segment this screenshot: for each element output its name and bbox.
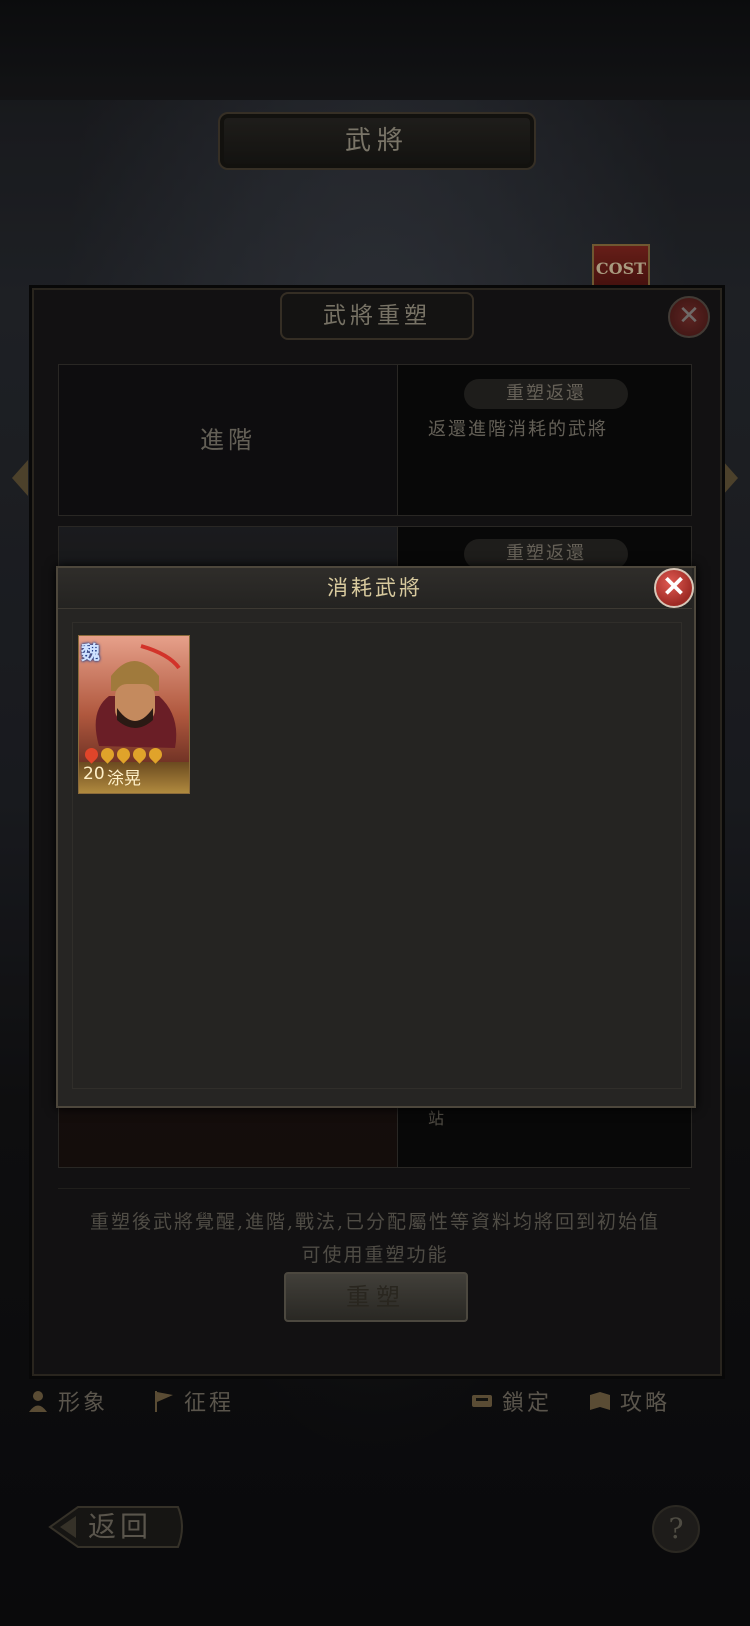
hero-stars bbox=[82, 745, 165, 764]
dialog-close-button[interactable]: ✕ bbox=[654, 568, 694, 608]
dialog-title: 消耗武將 bbox=[327, 576, 423, 600]
star-icon bbox=[146, 745, 165, 764]
hero-faction: 魏 bbox=[81, 642, 101, 664]
hero-name: 涂晃 bbox=[107, 769, 141, 789]
hero-card[interactable]: 魏 20 涂晃 bbox=[78, 635, 190, 794]
hero-level: 20 bbox=[83, 764, 105, 784]
star-icon bbox=[98, 745, 117, 764]
star-icon bbox=[82, 745, 101, 764]
star-icon bbox=[114, 745, 133, 764]
star-icon bbox=[130, 745, 149, 764]
